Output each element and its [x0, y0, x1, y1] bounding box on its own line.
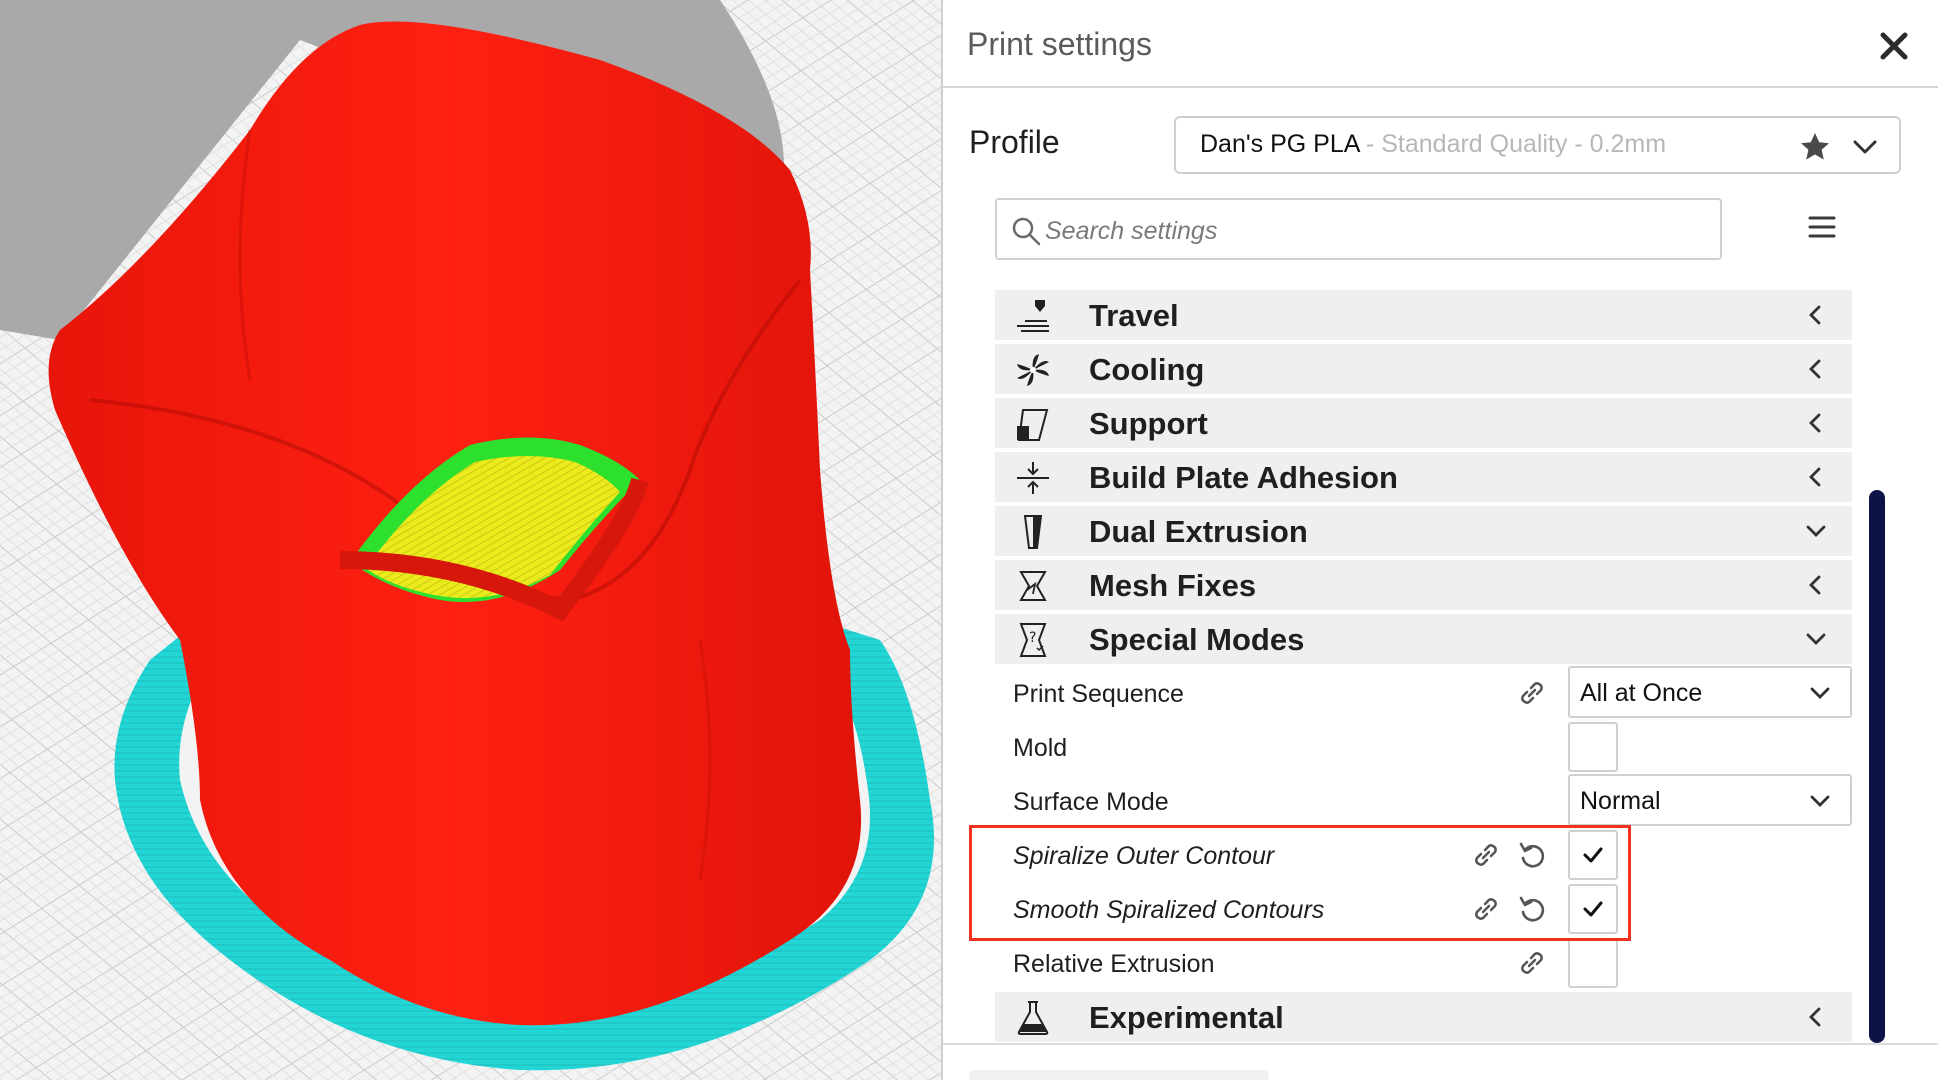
checkmark-icon	[1583, 847, 1603, 863]
category-label: Cooling	[1089, 352, 1205, 387]
setting-mold: Mold	[995, 722, 1852, 772]
svg-text:?: ?	[1029, 630, 1036, 646]
support-icon	[1017, 409, 1049, 441]
category-special-modes[interactable]: ? Special Modes	[995, 614, 1852, 664]
dual-extrusion-icon	[1023, 515, 1043, 549]
chevron-down-icon	[1806, 633, 1826, 645]
checkmark-icon	[1583, 901, 1603, 917]
setting-label: Spiralize Outer Contour	[1013, 842, 1275, 870]
setting-label: Smooth Spiralized Contours	[1013, 896, 1325, 924]
panel-footer-divider	[943, 1043, 1938, 1045]
panel-footer-button[interactable]	[969, 1070, 1269, 1080]
profile-name-text: Dan's PG PLA	[1200, 130, 1360, 158]
close-icon[interactable]	[1876, 28, 1912, 64]
category-travel[interactable]: Travel	[995, 290, 1852, 340]
chevron-down-icon	[1806, 525, 1826, 537]
chevron-left-icon	[1809, 1007, 1821, 1027]
star-icon[interactable]	[1799, 131, 1831, 163]
experimental-flask-icon	[1017, 1001, 1049, 1035]
setting-relative-extrusion: Relative Extrusion	[995, 938, 1852, 988]
chevron-left-icon	[1809, 413, 1821, 433]
settings-scrollbar[interactable]	[1869, 490, 1885, 1043]
category-experimental[interactable]: Experimental	[995, 992, 1852, 1042]
build-plate-adhesion-icon	[1017, 462, 1049, 494]
cooling-fan-icon	[1017, 354, 1049, 386]
search-input[interactable]	[1043, 210, 1707, 252]
link-icon[interactable]	[1471, 840, 1501, 870]
profile-name: Dan's PG PLA - Standard Quality - 0.2mm	[1200, 130, 1666, 159]
search-icon	[1012, 217, 1041, 246]
category-dual-extrusion[interactable]: Dual Extrusion	[995, 506, 1852, 556]
profile-label: Profile	[969, 124, 1060, 160]
relative-extrusion-checkbox[interactable]	[1568, 938, 1618, 988]
special-modes-icon: ?	[1019, 623, 1047, 657]
travel-icon	[1017, 300, 1049, 332]
category-mesh-fixes[interactable]: Mesh Fixes	[995, 560, 1852, 610]
category-label: Build Plate Adhesion	[1089, 460, 1398, 495]
setting-label: Print Sequence	[1013, 680, 1184, 708]
chevron-left-icon	[1809, 305, 1821, 325]
category-label: Support	[1089, 406, 1208, 441]
surface-mode-dropdown[interactable]: Normal	[1568, 774, 1852, 826]
chevron-down-icon[interactable]	[1851, 133, 1879, 161]
chevron-down-icon	[1810, 687, 1830, 699]
reset-icon[interactable]	[1517, 894, 1547, 924]
spiralize-outer-contour-checkbox[interactable]	[1568, 830, 1618, 880]
link-icon[interactable]	[1471, 894, 1501, 924]
chevron-down-icon	[1810, 795, 1830, 807]
category-label: Travel	[1089, 298, 1179, 333]
setting-label: Surface Mode	[1013, 788, 1169, 816]
dropdown-value: All at Once	[1580, 679, 1703, 707]
category-label: Dual Extrusion	[1089, 514, 1308, 549]
link-icon[interactable]	[1517, 948, 1547, 978]
panel-header: Print settings	[943, 0, 1938, 88]
settings-visibility-menu-icon[interactable]	[1807, 212, 1837, 242]
mesh-fixes-icon	[1019, 571, 1047, 601]
category-label: Mesh Fixes	[1089, 568, 1257, 603]
category-cooling[interactable]: Cooling	[995, 344, 1852, 394]
category-support[interactable]: Support	[995, 398, 1852, 448]
setting-smooth-spiralized-contours: Smooth Spiralized Contours	[995, 884, 1852, 934]
mold-checkbox[interactable]	[1568, 722, 1618, 772]
setting-print-sequence: Print Sequence All at Once	[995, 666, 1852, 718]
setting-label: Relative Extrusion	[1013, 950, 1215, 978]
search-box[interactable]	[995, 198, 1722, 260]
chevron-left-icon	[1809, 467, 1821, 487]
chevron-left-icon	[1809, 575, 1821, 595]
category-label: Special Modes	[1089, 622, 1305, 657]
reset-icon[interactable]	[1517, 840, 1547, 870]
setting-surface-mode: Surface Mode Normal	[995, 774, 1852, 826]
dropdown-value: Normal	[1580, 787, 1661, 815]
chevron-left-icon	[1809, 359, 1821, 379]
smooth-spiralized-contours-checkbox[interactable]	[1568, 884, 1618, 934]
print-sequence-dropdown[interactable]: All at Once	[1568, 666, 1852, 718]
print-settings-panel: Print settings Profile Dan's PG PLA - St…	[941, 0, 1938, 1080]
profile-dropdown[interactable]: Dan's PG PLA - Standard Quality - 0.2mm	[1174, 116, 1901, 174]
setting-spiralize-outer-contour: Spiralize Outer Contour	[995, 830, 1852, 880]
setting-label: Mold	[1013, 734, 1068, 762]
panel-title: Print settings	[967, 26, 1152, 62]
category-build-plate-adhesion[interactable]: Build Plate Adhesion	[995, 452, 1852, 502]
link-icon[interactable]	[1517, 678, 1547, 708]
profile-quality-text: - Standard Quality - 0.2mm	[1359, 130, 1667, 158]
category-label: Experimental	[1089, 1000, 1284, 1035]
